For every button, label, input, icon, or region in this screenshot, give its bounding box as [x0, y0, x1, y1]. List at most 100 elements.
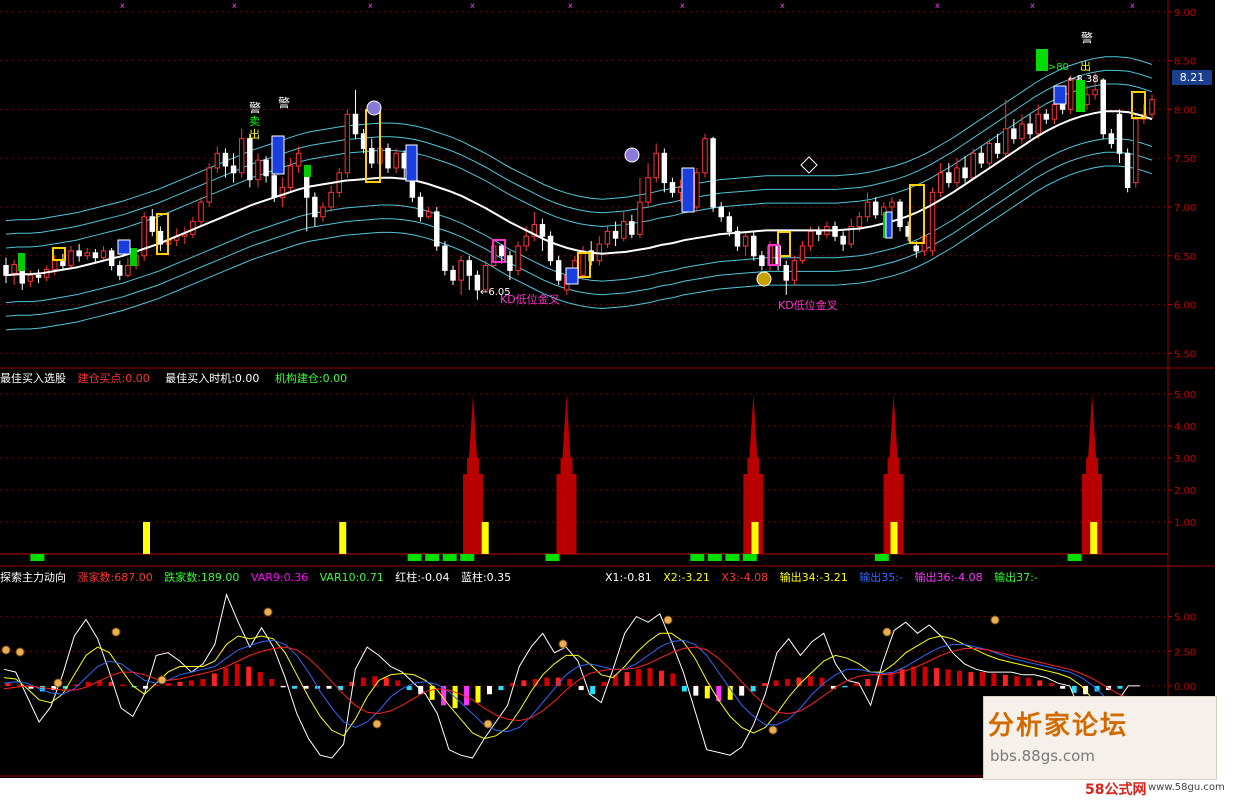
hand-icon-4 — [157, 675, 167, 685]
histogram-bar — [716, 685, 722, 702]
spike-tip — [1088, 394, 1097, 458]
candle-body — [1124, 152, 1131, 188]
pane3-item2-6: 输出37:- — [994, 571, 1038, 584]
band-line-1 — [5, 69, 1153, 235]
band-line-4 — [5, 151, 1153, 317]
low-price-label: ←6.05 — [480, 287, 511, 298]
candle-body — [68, 250, 74, 267]
top-x-marker: x — [935, 1, 940, 10]
candle-body — [620, 221, 627, 239]
signal-block-blue-2 — [681, 167, 695, 213]
histogram-bar — [601, 681, 607, 686]
price-tick-label: 8.50 — [1174, 57, 1196, 68]
spike-mid — [467, 458, 480, 474]
hand-icon-8 — [558, 639, 568, 649]
price-tick-label: 9.00 — [1174, 8, 1196, 19]
candle-body — [206, 167, 212, 203]
histogram-bar — [1048, 683, 1054, 686]
candle-body — [596, 243, 603, 262]
histogram-bar — [647, 667, 653, 686]
warn-label-3: 警 — [1081, 30, 1093, 45]
histogram-bar — [934, 667, 940, 686]
buy-spike-0 — [463, 394, 484, 554]
site-name: 58公式网 — [1085, 782, 1147, 798]
hand-icon-12 — [990, 615, 1000, 625]
hand-icon-9 — [663, 615, 673, 625]
hand-icon-0 — [1, 645, 11, 655]
candle-body — [76, 250, 82, 257]
pane3-item-1: 跌家数:189.00 — [164, 571, 240, 584]
candle-body — [986, 143, 993, 164]
candle-body — [816, 230, 822, 235]
spike-mid — [560, 458, 573, 474]
candle-body — [702, 138, 708, 174]
histogram-bar — [807, 676, 813, 686]
green-mark-5 — [545, 554, 560, 561]
hand-icon-2 — [53, 678, 63, 688]
signal-bar-yellow-5 — [1090, 522, 1098, 554]
candle-body — [352, 113, 359, 135]
pane3-title: 探索主力动向 — [0, 571, 66, 584]
band-line-0 — [5, 83, 1153, 249]
histogram-bar — [578, 685, 584, 691]
spike-base — [463, 474, 484, 554]
signal-bar-yellow-2 — [481, 522, 489, 554]
candle-body — [385, 147, 391, 169]
candle-body — [35, 274, 42, 278]
histogram-bar — [292, 685, 298, 689]
top-x-marker: x — [470, 1, 475, 10]
histogram-bar — [590, 685, 596, 695]
histogram-bar — [395, 680, 401, 686]
green-mark-10 — [874, 554, 889, 561]
out-label-2: 出 — [1080, 59, 1091, 73]
candle-body — [889, 201, 895, 208]
histogram-bar — [165, 683, 171, 686]
histogram-bar — [200, 679, 206, 686]
candle-body — [466, 260, 473, 276]
candle-body — [856, 216, 863, 227]
histogram-bar — [1014, 676, 1020, 686]
signal-bar-yellow-3 — [751, 522, 759, 554]
candle-body — [507, 255, 513, 271]
histogram-bar — [762, 683, 768, 686]
watermark-title: 分析家论坛 — [988, 711, 1129, 741]
histogram-bar — [383, 677, 389, 686]
pane2-tick-label: 2.00 — [1174, 486, 1196, 497]
histogram-bar — [670, 673, 676, 686]
signal-bar-yellow-0 — [143, 522, 150, 554]
signal-block-blue-4 — [117, 239, 131, 255]
candle-body — [344, 113, 351, 174]
candle-body — [1108, 133, 1115, 145]
top-x-marker: x — [780, 1, 785, 10]
chart-frame: 9.00 8.50 8.00 7.50 7.00 6.50 6.00 5.50 警警警卖出出 KD… — [0, 0, 1215, 778]
histogram-bar — [154, 684, 160, 686]
candle-body — [929, 191, 936, 252]
candle-body — [759, 255, 765, 267]
pane2-tick-label: 1.00 — [1174, 518, 1196, 529]
candle-body — [442, 245, 448, 271]
green-mark-4 — [460, 554, 475, 561]
candle-body — [1092, 89, 1098, 96]
histogram-bar — [188, 680, 194, 686]
candle-body — [287, 165, 294, 188]
pane3-item2-5: 输出36:-4.08 — [914, 571, 983, 584]
candle-body — [661, 152, 668, 184]
price-tick-label: 7.00 — [1174, 203, 1196, 214]
candle-body — [946, 172, 952, 184]
spike-tip — [889, 394, 898, 458]
candle-body — [425, 211, 432, 218]
green-mark-9 — [742, 554, 757, 561]
pane3-item-2: VAR9:0.36 — [250, 571, 309, 584]
chart-canvas: 9.008.508.007.507.006.506.005.50警 警警卖出出KD… — [0, 0, 1215, 778]
pane3-item-4: 红柱:-0.04 — [395, 571, 450, 584]
signal-block-blue-6 — [885, 211, 893, 239]
warn-label-2: 警 — [278, 95, 290, 110]
pane2-build-point: 建仓买点:0.00 — [77, 372, 150, 385]
signal-block-blue-5 — [565, 267, 579, 285]
candle-body — [474, 274, 481, 291]
histogram-bar — [979, 672, 985, 686]
green-mark-8 — [725, 554, 740, 561]
candle-body — [214, 152, 221, 169]
pane3-legend-2: X1:-0.81 X2:-3.21 X3:-4.08 输出34:-3.21 输出… — [605, 569, 1046, 585]
pane2-legend: 最佳买入选股 建仓买点:0.00 最佳买入时机:0.00 机构建仓:0.00 — [0, 370, 355, 386]
